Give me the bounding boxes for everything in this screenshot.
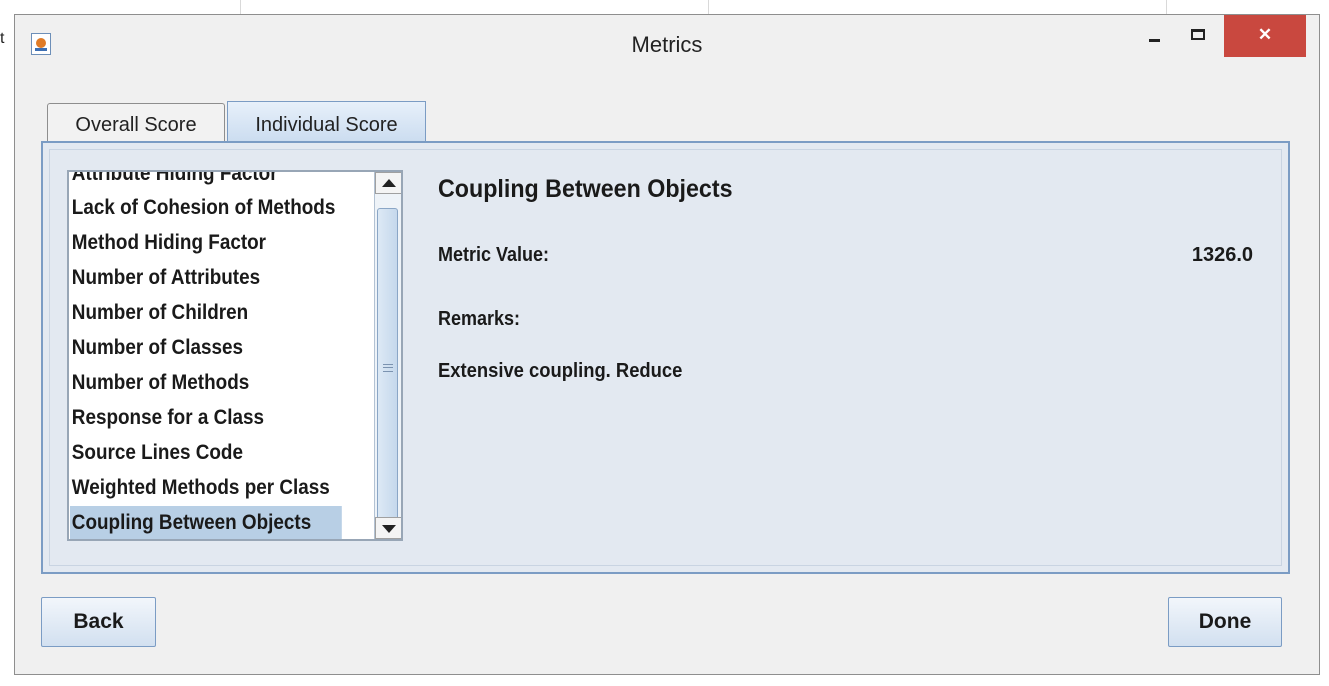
background-desktop [0,0,14,686]
close-button[interactable]: ✕ [1224,15,1306,57]
metrics-list[interactable]: Attribute Hiding Factor Lack of Cohesion… [67,170,403,541]
scroll-down-arrow-icon[interactable] [375,517,401,539]
background-divider [1166,0,1167,14]
done-button[interactable]: Done [1168,597,1282,647]
grip-icon [383,364,393,372]
scroll-up-arrow-icon[interactable] [375,172,401,194]
list-item[interactable]: Response for a Class [70,401,342,435]
list-item[interactable]: Method Hiding Factor [70,226,342,260]
back-button[interactable]: Back [41,597,156,647]
background-divider [240,0,241,14]
list-item[interactable]: Number of Attributes [70,261,342,295]
list-item[interactable]: Number of Methods [70,366,342,400]
background-divider [708,0,709,14]
list-item[interactable]: Number of Classes [70,331,342,365]
metrics-list-viewport: Attribute Hiding Factor Lack of Cohesion… [69,172,372,539]
list-item[interactable]: Lack of Cohesion of Methods [70,191,342,225]
maximize-button[interactable] [1181,15,1221,57]
minimize-button[interactable] [1138,15,1178,57]
list-item[interactable]: Source Lines Code [70,436,342,470]
list-item[interactable]: Attribute Hiding Factor [70,172,342,191]
remarks-label: Remarks: [438,308,521,330]
metric-value-label: Metric Value: [438,244,550,266]
tab-overall-score[interactable]: Overall Score [47,103,225,143]
list-item-selected[interactable]: Coupling Between Objects [70,506,342,539]
remarks-text: Extensive coupling. Reduce [438,360,683,382]
background-text: t [0,30,5,47]
list-scrollbar[interactable] [374,172,401,539]
list-item[interactable]: Number of Children [70,296,342,330]
metrics-dialog: Metrics ✕ Overall Score Individual Score… [14,14,1320,675]
title-bar[interactable]: Metrics ✕ [15,15,1319,73]
scrollbar-thumb[interactable] [377,208,398,526]
tab-individual-score[interactable]: Individual Score [227,101,426,145]
close-icon: ✕ [1257,25,1273,44]
metric-detail-title: Coupling Between Objects [438,175,733,203]
list-item[interactable]: Weighted Methods per Class [70,471,342,505]
window-title: Metrics [631,32,703,57]
metric-value: 1326.0 [1191,244,1253,266]
